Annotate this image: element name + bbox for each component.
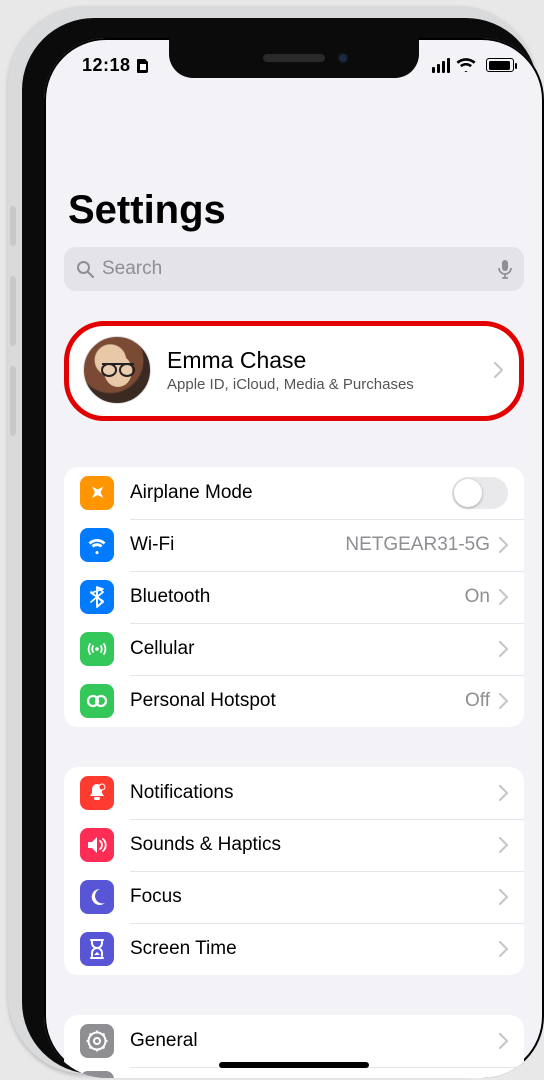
chevron-right-icon xyxy=(498,1033,508,1049)
notch xyxy=(169,38,419,78)
partial-icon xyxy=(80,1071,114,1078)
cellular-row[interactable]: Cellular xyxy=(64,623,524,675)
wifi-row[interactable]: Wi-Fi NETGEAR31-5G xyxy=(64,519,524,571)
bluetooth-icon xyxy=(80,580,114,614)
personal-hotspot-row[interactable]: Personal Hotspot Off xyxy=(64,675,524,727)
sounds-label: Sounds & Haptics xyxy=(130,834,498,856)
battery-icon xyxy=(486,58,514,72)
chevron-right-icon xyxy=(498,641,508,657)
focus-row[interactable]: Focus xyxy=(64,871,524,923)
notifications-row[interactable]: Notifications xyxy=(64,767,524,819)
microphone-icon[interactable] xyxy=(498,259,512,279)
search-icon xyxy=(76,260,94,278)
search-input[interactable] xyxy=(102,258,498,280)
wifi-status-icon xyxy=(456,58,476,72)
hotspot-icon xyxy=(80,684,114,718)
hourglass-icon xyxy=(80,932,114,966)
mute-switch xyxy=(10,206,16,246)
account-name: Emma Chase xyxy=(167,347,493,374)
hotspot-value: Off xyxy=(465,690,490,712)
wifi-icon xyxy=(80,528,114,562)
notifications-section: Notifications Sounds & Haptics xyxy=(64,767,524,975)
cellular-icon xyxy=(80,632,114,666)
account-subtitle: Apple ID, iCloud, Media & Purchases xyxy=(167,376,493,393)
airplane-mode-row[interactable]: Airplane Mode xyxy=(64,467,524,519)
partial-row[interactable] xyxy=(64,1067,524,1078)
moon-icon xyxy=(80,880,114,914)
bluetooth-label: Bluetooth xyxy=(130,586,465,608)
general-section: General xyxy=(64,1015,524,1078)
page-title: Settings xyxy=(68,188,524,233)
hotspot-label: Personal Hotspot xyxy=(130,690,465,712)
chevron-right-icon xyxy=(498,941,508,957)
cellular-label: Cellular xyxy=(130,638,498,660)
gear-icon xyxy=(80,1024,114,1058)
general-row[interactable]: General xyxy=(64,1015,524,1067)
chevron-right-icon xyxy=(498,693,508,709)
connectivity-section: Airplane Mode Wi-Fi NETGEAR31-5G xyxy=(64,467,524,727)
speaker-icon xyxy=(80,828,114,862)
wifi-value: NETGEAR31-5G xyxy=(345,534,490,556)
volume-down-button xyxy=(10,366,16,436)
sim-card-icon xyxy=(137,57,149,73)
volume-up-button xyxy=(10,276,16,346)
clock-label: 12:18 xyxy=(82,55,131,76)
bluetooth-value: On xyxy=(465,586,490,608)
home-indicator[interactable] xyxy=(219,1062,369,1068)
notifications-label: Notifications xyxy=(130,782,498,804)
apple-id-row[interactable]: Emma Chase Apple ID, iCloud, Media & Pur… xyxy=(64,321,524,421)
screen-time-row[interactable]: Screen Time xyxy=(64,923,524,975)
chevron-right-icon xyxy=(498,889,508,905)
chevron-right-icon xyxy=(493,362,503,378)
search-field[interactable] xyxy=(64,247,524,291)
chevron-right-icon xyxy=(498,589,508,605)
chevron-right-icon xyxy=(498,785,508,801)
airplane-mode-toggle[interactable] xyxy=(452,477,508,509)
avatar xyxy=(83,336,151,404)
phone-frame: 12:18 Settings xyxy=(8,6,536,1074)
cellular-signal-icon xyxy=(432,58,450,73)
chevron-right-icon xyxy=(498,537,508,553)
bluetooth-row[interactable]: Bluetooth On xyxy=(64,571,524,623)
sounds-row[interactable]: Sounds & Haptics xyxy=(64,819,524,871)
screen-time-label: Screen Time xyxy=(130,938,498,960)
airplane-icon xyxy=(80,476,114,510)
notifications-icon xyxy=(80,776,114,810)
focus-label: Focus xyxy=(130,886,498,908)
general-label: General xyxy=(130,1030,498,1052)
wifi-label: Wi-Fi xyxy=(130,534,345,556)
chevron-right-icon xyxy=(498,837,508,853)
screen: 12:18 Settings xyxy=(44,38,544,1078)
airplane-mode-label: Airplane Mode xyxy=(130,482,452,504)
